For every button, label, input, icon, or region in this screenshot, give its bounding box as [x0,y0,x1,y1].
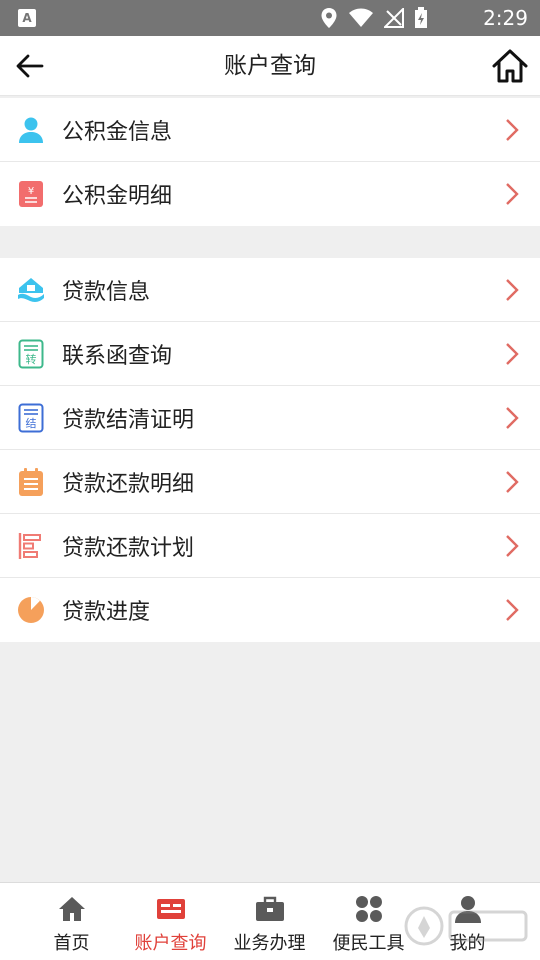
yen-glyph: ¥ [28,186,34,197]
location-icon [321,8,337,28]
menu-item-label: 联系函查询 [62,343,173,369]
loan-group: 贷款信息 转 联系函查询 结 贷款结清证明 贷款还款明细 贷款还款计划 贷款进度 [0,258,540,642]
battery-charging-icon [415,7,427,28]
status-time: 2:29 [483,6,528,30]
transfer-document-icon: 转 [16,339,46,369]
status-bar: A 2:29 [0,0,540,36]
menu-item-contact-letter[interactable]: 转 联系函查询 [0,322,540,386]
jie-glyph: 结 [26,417,37,430]
user-icon [454,896,481,923]
chevron-right-icon [506,471,519,493]
menu-item-label: 贷款结清证明 [62,407,195,433]
chevron-right-icon [506,183,519,205]
menu-item-label: 公积金信息 [62,119,173,145]
yen-document-icon: ¥ [16,179,46,209]
briefcase-icon [255,896,284,921]
tab-label: 业务办理 [233,933,306,954]
tab-label: 首页 [53,933,90,954]
chevron-right-icon [506,343,519,365]
home-icon[interactable] [490,46,530,86]
home-icon [58,897,85,921]
menu-item-loan-progress[interactable]: 贷款进度 [0,578,540,642]
user-icon [16,115,46,145]
menu-item-fund-detail[interactable]: ¥ 公积金明细 [0,162,540,226]
tab-business[interactable]: 业务办理 [220,883,319,960]
bottom-tab-bar: 首页 账户查询 业务办理 便民工具 我的 [0,882,540,960]
app-header: 账户查询 [0,36,540,96]
menu-item-repayment-detail[interactable]: 贷款还款明细 [0,450,540,514]
menu-item-loan-settlement[interactable]: 结 贷款结清证明 [0,386,540,450]
tab-label: 我的 [449,933,486,954]
chevron-right-icon [506,535,519,557]
menu-item-fund-info[interactable]: 公积金信息 [0,98,540,162]
menu-item-label: 贷款还款计划 [62,535,195,561]
chevron-right-icon [506,119,519,141]
wifi-icon [349,8,373,27]
signal-icon [384,8,404,28]
menu-item-repayment-plan[interactable]: 贷款还款计划 [0,514,540,578]
menu-item-label: 贷款还款明细 [62,471,195,497]
grid-icon [355,896,382,922]
tab-home[interactable]: 首页 [22,883,121,960]
house-hand-icon [16,275,46,305]
tab-account-query[interactable]: 账户查询 [121,883,220,960]
zhuan-glyph: 转 [26,352,37,366]
id-card-icon [156,899,185,919]
pie-progress-icon [16,595,46,625]
app-notification-icon: A [18,9,36,27]
provident-fund-group: 公积金信息 ¥ 公积金明细 [0,98,540,226]
tab-label: 便民工具 [332,933,405,954]
menu-item-loan-info[interactable]: 贷款信息 [0,258,540,322]
chevron-right-icon [506,279,519,301]
gantt-chart-icon [16,531,46,561]
tab-mine[interactable]: 我的 [418,883,517,960]
status-icons [320,6,428,30]
tab-label: 账户查询 [134,933,207,954]
page-title: 账户查询 [224,53,316,79]
chevron-right-icon [506,407,519,429]
menu-item-label: 贷款进度 [62,600,151,625]
menu-item-label: 公积金明细 [62,184,173,209]
back-arrow-icon[interactable] [12,48,48,84]
clipboard-icon [16,467,46,497]
settlement-document-icon: 结 [16,403,46,433]
chevron-right-icon [506,599,519,621]
tab-tools[interactable]: 便民工具 [319,883,418,960]
menu-item-label: 贷款信息 [62,279,151,305]
